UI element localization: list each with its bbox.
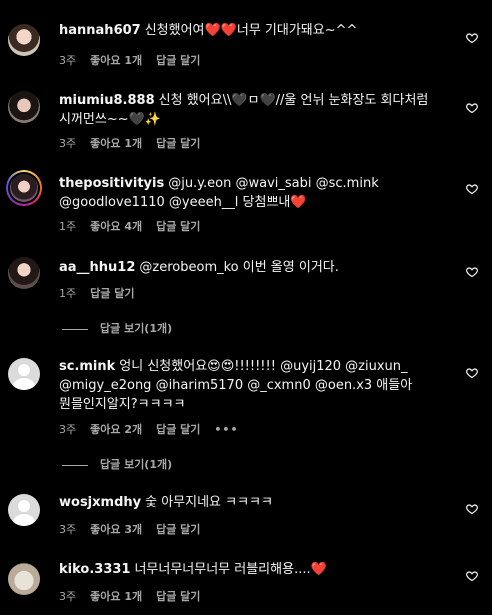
comment-meta: 3주 좋아요 1개 답글 달기 <box>59 135 214 151</box>
like-heart-icon[interactable] <box>466 266 478 278</box>
like-heart-icon[interactable] <box>466 32 478 44</box>
comment-text: sc.mink 엉니 신청했어요😍😍!!!!!!!! @uyij120 @ziux… <box>59 357 444 414</box>
reply-button[interactable]: 답글 달기 <box>156 423 200 436</box>
like-heart-icon[interactable] <box>466 503 478 515</box>
comment-text: miumiu8.888 신청 했어요\\🖤ㅁ🖤//울 언뉘 눈화장도 회다처럼 시… <box>59 91 444 129</box>
view-replies-label: 답글 보기(1개) <box>100 322 173 335</box>
more-options-icon[interactable]: ••• <box>214 423 238 436</box>
reply-button[interactable]: 답글 달기 <box>156 137 200 150</box>
comment-text: hannah607 신청했어여❤️❤️너무 기대가돼요~^^ <box>59 21 444 40</box>
comment-body: 신청했어여❤️❤️너무 기대가돼요~^^ <box>144 23 358 38</box>
comment-likes[interactable]: 좋아요 1개 <box>90 590 142 603</box>
replies-divider <box>62 328 88 330</box>
reply-button[interactable]: 답글 달기 <box>90 287 134 300</box>
reply-button[interactable]: 답글 달기 <box>156 523 200 536</box>
comment-meta: 3주 좋아요 1개 답글 달기 <box>59 588 214 604</box>
comment-time: 3주 <box>59 54 77 67</box>
reply-button[interactable]: 답글 달기 <box>156 54 200 67</box>
reply-button[interactable]: 답글 달기 <box>156 590 200 603</box>
comment-username[interactable]: sc.mink <box>59 359 115 374</box>
avatar[interactable] <box>8 358 40 390</box>
comment-likes[interactable]: 좋아요 3개 <box>90 523 142 536</box>
comment-username[interactable]: wosjxmdhy <box>59 495 141 510</box>
comment-text: kiko.3331 너무너무너무너무 러블리해용....❤️ <box>59 560 444 579</box>
comment-likes[interactable]: 좋아요 4개 <box>90 220 142 233</box>
reply-button[interactable]: 답글 달기 <box>156 220 200 233</box>
comment-time: 3주 <box>59 423 77 436</box>
comment-text: thepositivityis @ju.y.eon @wavi_sabi @sc.… <box>59 174 444 212</box>
comment-time: 1주 <box>59 220 77 233</box>
avatar[interactable] <box>8 563 40 595</box>
avatar[interactable] <box>8 91 40 123</box>
comment-body: 너무너무너무너무 러블리해용....❤️ <box>134 562 327 577</box>
like-heart-icon[interactable] <box>466 367 478 379</box>
avatar[interactable] <box>8 24 40 56</box>
comment-username[interactable]: kiko.3331 <box>59 562 130 577</box>
comment-text: wosjxmdhy 숯 아무지네요 ㅋㅋㅋㅋ <box>59 493 444 512</box>
comment-time: 3주 <box>59 137 77 150</box>
like-heart-icon[interactable] <box>466 183 478 195</box>
like-heart-icon[interactable] <box>466 570 478 582</box>
comment-likes[interactable]: 좋아요 1개 <box>90 54 142 67</box>
replies-divider <box>62 464 88 466</box>
comment-meta: 3주 좋아요 2개 답글 달기 ••• <box>59 421 253 437</box>
comment-meta: 3주 좋아요 3개 답글 달기 <box>59 521 214 537</box>
comment-meta: 3주 좋아요 1개 답글 달기 <box>59 52 214 68</box>
comment-body: @zerobeom_ko 이번 올영 이거다. <box>139 260 339 275</box>
avatar[interactable] <box>8 257 40 289</box>
avatar[interactable] <box>8 494 40 526</box>
comment-time: 1주 <box>59 287 77 300</box>
comment-meta: 1주 좋아요 4개 답글 달기 <box>59 218 214 234</box>
comment-likes[interactable]: 좋아요 2개 <box>90 423 142 436</box>
like-heart-icon[interactable] <box>466 102 478 114</box>
comment-likes[interactable]: 좋아요 1개 <box>90 137 142 150</box>
comment-username[interactable]: thepositivityis <box>59 176 164 191</box>
comment-time: 3주 <box>59 523 77 536</box>
comment-username[interactable]: aa__hhu12 <box>59 260 135 275</box>
comment-text: aa__hhu12 @zerobeom_ko 이번 올영 이거다. <box>59 258 444 277</box>
avatar-story-ring[interactable] <box>6 170 42 206</box>
view-replies-button[interactable]: 답글 보기(1개) <box>62 456 172 472</box>
comment-body: 숯 아무지네요 ㅋㅋㅋㅋ <box>145 495 273 510</box>
view-replies-label: 답글 보기(1개) <box>100 458 173 471</box>
view-replies-button[interactable]: 답글 보기(1개) <box>62 320 172 336</box>
comment-username[interactable]: hannah607 <box>59 23 141 38</box>
comment-meta: 1주 답글 달기 <box>59 285 148 301</box>
comment-username[interactable]: miumiu8.888 <box>59 93 155 108</box>
comment-time: 3주 <box>59 590 77 603</box>
